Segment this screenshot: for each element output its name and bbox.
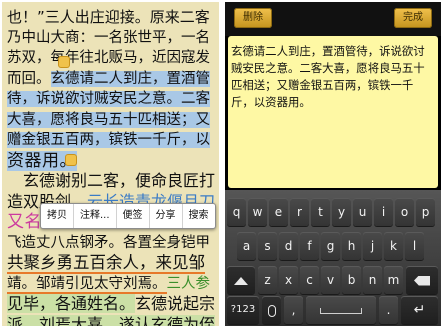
key-l[interactable]: l — [405, 232, 424, 260]
microphone-icon — [267, 304, 276, 317]
key-o[interactable]: o — [395, 198, 414, 226]
copy-menu-item[interactable]: 拷贝 — [41, 204, 74, 228]
text-segment: 派，刘焉大喜，遂认玄德为侄 — [7, 314, 216, 326]
selection-end-handle[interactable] — [66, 155, 76, 165]
note-line: 贼安民之意。二客大喜，愿将良马五十 — [231, 61, 425, 75]
selected-text: 赠金银五百两，镔铁一千斤，以 — [7, 132, 210, 148]
note-editor-panel: 删除 完成 玄德请二人到庄，置酒管待，诉说欲讨 贼安民之意。二客大喜，愿将良马五… — [225, 2, 441, 326]
selection-context-menu: 拷贝 注释... 便签 分享 搜索 — [40, 203, 216, 229]
space-key[interactable] — [306, 296, 376, 324]
comma-key[interactable]: , — [284, 296, 303, 324]
key-d[interactable]: d — [279, 232, 298, 260]
delete-button[interactable]: 删除 — [234, 8, 272, 28]
reader-line: 派，刘焉大喜，遂认玄德为侄 — [7, 312, 216, 326]
key-p[interactable]: p — [416, 198, 435, 226]
text-segment: 三人参 — [166, 275, 211, 292]
editor-toolbar: 删除 完成 — [225, 2, 441, 36]
key-m[interactable]: m — [384, 266, 403, 294]
key-e[interactable]: e — [269, 198, 288, 226]
key-t[interactable]: t — [311, 198, 330, 226]
key-a[interactable]: a — [237, 232, 256, 260]
symbols-key[interactable]: ?123 — [227, 296, 259, 324]
key-x[interactable]: x — [279, 266, 298, 294]
selection-start-handle[interactable] — [59, 57, 69, 67]
text-segment: 乃中山大商：一名张世平，一名 — [7, 29, 210, 46]
text-segment: 而回。 — [7, 70, 51, 87]
share-menu-item[interactable]: 分享 — [150, 204, 183, 228]
key-i[interactable]: i — [374, 198, 393, 226]
note-line: 匹相送；又赠金银五百两，镔铁一千 — [231, 78, 414, 92]
selected-text: 大喜，愿将良马五十匹相送；又 — [7, 111, 210, 128]
text-segment: 玄德谢别二客，便命良匠打 — [7, 171, 216, 190]
key-n[interactable]: n — [363, 266, 382, 294]
microphone-key[interactable] — [262, 296, 281, 324]
note-line: 斤，以资器用。 — [231, 95, 311, 109]
key-z[interactable]: z — [258, 266, 277, 294]
key-c[interactable]: c — [300, 266, 319, 294]
key-v[interactable]: v — [321, 266, 340, 294]
key-g[interactable]: g — [321, 232, 340, 260]
text-segment: 见毕，各通姓名。 — [7, 294, 136, 313]
key-b[interactable]: b — [342, 266, 361, 294]
note-menu-item[interactable]: 便签 — [117, 204, 150, 228]
text-segment: 飞造丈八点钢矛。各置全身铠甲 — [7, 234, 210, 251]
shift-key[interactable] — [227, 266, 255, 294]
key-q[interactable]: q — [227, 198, 246, 226]
text-segment: 也！”三人出庄迎接。原来二客 — [7, 8, 210, 26]
key-w[interactable]: w — [248, 198, 267, 226]
key-s[interactable]: s — [258, 232, 277, 260]
selected-text: 待，诉说欲讨贼安民之意。二客 — [7, 91, 210, 107]
search-menu-item[interactable]: 搜索 — [183, 204, 215, 228]
note-line: 玄德请二人到庄，置酒管待，诉说欲讨 — [231, 44, 425, 58]
key-u[interactable]: u — [353, 198, 372, 226]
key-y[interactable]: y — [332, 198, 351, 226]
text-segment: 玄德说起宗 — [135, 294, 216, 313]
enter-key[interactable]: ↵ — [401, 296, 438, 324]
period-key[interactable]: . — [379, 296, 398, 324]
space-icon — [320, 307, 362, 314]
backspace-icon — [414, 275, 430, 286]
text-segment: 苏双，每年往北贩马，近因寇发 — [7, 50, 210, 66]
soft-keyboard: q w e r t y u i o p a s d f g h j k l z … — [225, 190, 441, 326]
selected-text: 玄德请二人到庄，置酒管 — [50, 70, 210, 87]
key-k[interactable]: k — [384, 232, 403, 260]
key-h[interactable]: h — [342, 232, 361, 260]
note-text-area[interactable]: 玄德请二人到庄，置酒管待，诉说欲讨 贼安民之意。二客大喜，愿将良马五十 匹相送；… — [228, 36, 438, 188]
shift-arrow-icon — [234, 276, 248, 285]
key-j[interactable]: j — [363, 232, 382, 260]
enter-icon: ↵ — [413, 302, 426, 318]
backspace-key[interactable] — [406, 266, 438, 294]
key-f[interactable]: f — [300, 232, 319, 260]
key-r[interactable]: r — [290, 198, 309, 226]
done-button[interactable]: 完成 — [394, 8, 432, 28]
reader-panel: 也！”三人出庄迎接。原来二客 乃中山大商：一名张世平，一名 苏双，每年往北贩马，近因… — [2, 2, 219, 326]
annotate-menu-item[interactable]: 注释... — [74, 204, 117, 228]
